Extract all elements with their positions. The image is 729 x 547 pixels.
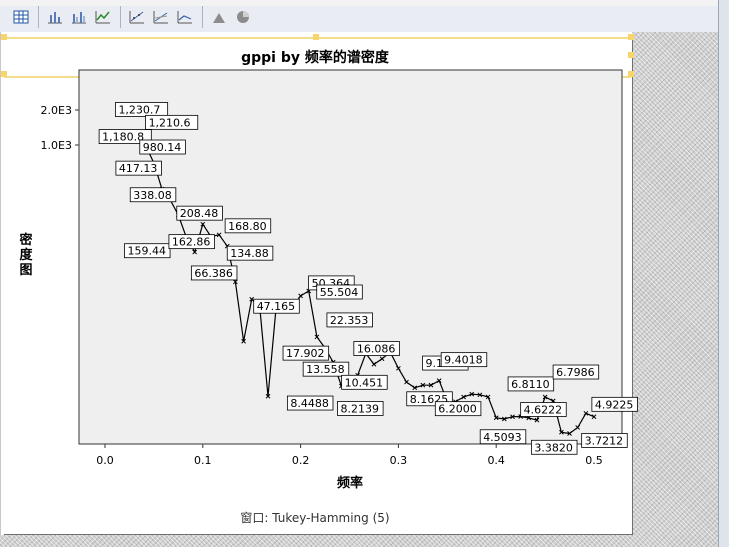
data-label[interactable]: 134.88 bbox=[230, 247, 269, 260]
x-tick-label: 0.3 bbox=[390, 454, 408, 467]
data-label[interactable]: 66.386 bbox=[194, 267, 233, 280]
data-label[interactable]: 9.4018 bbox=[444, 354, 483, 367]
data-label[interactable]: 338.08 bbox=[133, 189, 172, 202]
data-label[interactable]: 417.13 bbox=[119, 162, 157, 175]
data-label[interactable]: 17.902 bbox=[286, 347, 325, 360]
data-label[interactable]: 4.9225 bbox=[595, 398, 634, 411]
data-label[interactable]: 4.5093 bbox=[483, 431, 522, 444]
data-label[interactable]: 6.8110 bbox=[511, 378, 550, 391]
data-label[interactable]: 3.7212 bbox=[585, 434, 624, 447]
data-label[interactable]: 162.86 bbox=[172, 236, 211, 249]
y-tick-label: 1.0E3 bbox=[41, 139, 72, 152]
spectral-density-chart: 0.0 0.1 0.2 0.3 0.4 0.5 2.0E3 1.0E3 1,230.7 1,180… bbox=[41, 69, 638, 467]
data-label[interactable]: 159.44 bbox=[127, 245, 166, 258]
x-tick-label: 0.1 bbox=[194, 454, 212, 467]
x-tick-label: 0.0 bbox=[96, 454, 114, 467]
x-tick-label: 0.2 bbox=[292, 454, 310, 467]
data-label[interactable]: 10.451 bbox=[345, 376, 384, 389]
data-label[interactable]: 1,230.7 bbox=[118, 104, 160, 117]
data-label[interactable]: 168.80 bbox=[228, 220, 267, 233]
data-label[interactable]: 1,210.6 bbox=[149, 116, 191, 129]
x-tick-label: 0.5 bbox=[585, 454, 603, 467]
data-label[interactable]: 208.48 bbox=[180, 207, 219, 220]
data-label[interactable]: 13.558 bbox=[306, 363, 345, 376]
data-label[interactable]: 47.165 bbox=[257, 300, 296, 313]
data-label[interactable]: 8.2139 bbox=[341, 402, 380, 415]
data-label[interactable]: 22.353 bbox=[330, 314, 369, 327]
data-label[interactable]: 8.4488 bbox=[290, 397, 329, 410]
data-label[interactable]: 55.504 bbox=[320, 286, 359, 299]
data-label[interactable]: 6.2000 bbox=[438, 403, 477, 416]
data-label[interactable]: 1,180.8 bbox=[102, 131, 144, 144]
data-label[interactable]: 16.086 bbox=[357, 343, 396, 356]
x-tick-label: 0.4 bbox=[487, 454, 505, 467]
data-label[interactable]: 4.6222 bbox=[524, 404, 563, 417]
data-label[interactable]: 980.14 bbox=[143, 141, 182, 154]
y-tick-label: 2.0E3 bbox=[41, 104, 72, 117]
data-label[interactable]: 6.7986 bbox=[556, 366, 595, 379]
data-label[interactable]: 3.3820 bbox=[534, 441, 573, 454]
